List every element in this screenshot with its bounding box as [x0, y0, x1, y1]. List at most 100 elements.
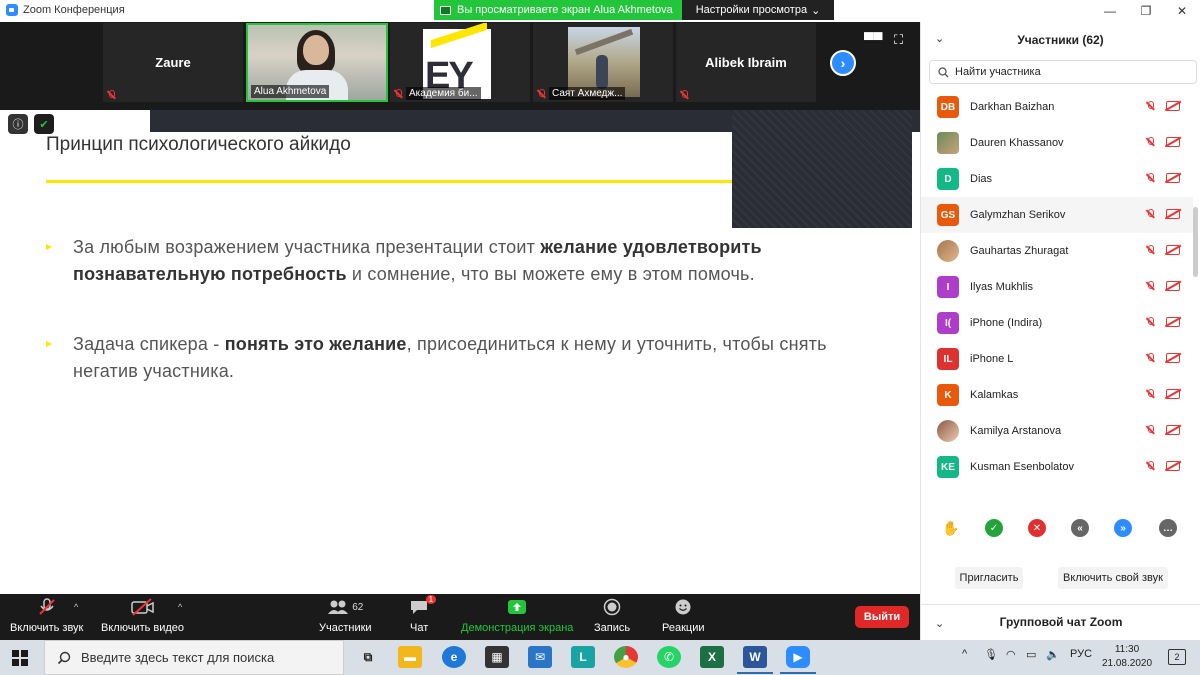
slide-bullet-2: Задача спикера - понять это желание, при…: [46, 331, 866, 385]
close-button[interactable]: ✕: [1164, 0, 1200, 22]
unmute-me-button[interactable]: Включить свой звук: [1058, 567, 1168, 589]
record-button[interactable]: Запись: [594, 598, 630, 634]
whatsapp-icon[interactable]: ✆: [657, 646, 681, 668]
participant-row[interactable]: Dauren Khassanov: [921, 125, 1193, 161]
avatar: KE: [937, 456, 959, 478]
participant-row[interactable]: GS Galymzhan Serikov: [921, 197, 1193, 233]
video-tile-alua[interactable]: Alua Akhmetova: [246, 23, 388, 102]
view-settings-button[interactable]: Настройки просмотра ⌄: [682, 0, 834, 20]
go-slower-icon[interactable]: «: [1071, 519, 1089, 537]
chat-badge: 1: [425, 595, 437, 604]
taskbar-search-input[interactable]: Введите здесь текст для поиска: [44, 640, 344, 675]
camera-off-icon: [1166, 173, 1180, 183]
mic-off-icon: [106, 90, 116, 100]
yes-icon[interactable]: ✓: [985, 519, 1003, 537]
task-view-icon[interactable]: ⧉: [356, 646, 380, 668]
taskbar-clock[interactable]: 11:30 21.08.2020: [1098, 643, 1156, 671]
excel-icon[interactable]: X: [700, 646, 724, 668]
participant-row[interactable]: Kamilya Arstanova: [921, 413, 1193, 449]
participant-row[interactable]: K Kalamkas: [921, 377, 1193, 413]
no-icon[interactable]: ✕: [1028, 519, 1046, 537]
info-icon[interactable]: ⓘ: [8, 114, 28, 134]
chat-icon: 1: [410, 595, 437, 616]
video-tile-zaure[interactable]: Zaure: [103, 23, 243, 102]
start-video-button[interactable]: Включить видео: [101, 598, 184, 634]
participant-row[interactable]: KE Kusman Esenbolatov: [921, 449, 1193, 485]
invite-button[interactable]: Пригласить: [955, 567, 1023, 589]
avatar: I(: [937, 312, 959, 334]
participant-row[interactable]: DB Darkhan Baizhan: [921, 89, 1193, 125]
camera-off-icon: [1166, 353, 1180, 363]
layout-icon[interactable]: ▀▀: [864, 32, 882, 47]
collapse-chevron-icon[interactable]: ⌄: [935, 32, 944, 45]
search-icon: [938, 66, 949, 77]
chrome-icon[interactable]: ●: [614, 646, 638, 668]
participant-row[interactable]: IL iPhone L: [921, 341, 1193, 377]
mic-off-icon: [1145, 389, 1155, 399]
participants-icon: 62: [327, 598, 363, 616]
bullet-text: Задача спикера -: [73, 334, 225, 354]
microphone-tray-icon[interactable]: 🎙: [984, 648, 998, 661]
zoom-taskbar-icon[interactable]: ▶: [780, 646, 816, 674]
reactions-button[interactable]: Реакции: [662, 598, 705, 634]
store-icon[interactable]: ▦: [485, 646, 509, 668]
tile-label: Академия би...: [393, 87, 481, 100]
zoom-logo-icon: [6, 4, 18, 16]
camera-off-icon: [1166, 281, 1180, 291]
shield-icon[interactable]: ✔: [34, 114, 54, 134]
avatar: [937, 240, 959, 262]
video-tile-alibek[interactable]: Alibek Ibraim: [676, 23, 816, 102]
go-faster-icon[interactable]: »: [1114, 519, 1132, 537]
share-screen-label: Демонстрация экрана: [461, 622, 574, 634]
file-explorer-icon[interactable]: ▬: [398, 646, 422, 668]
tile-label: Саят Ахмедж...: [536, 87, 626, 100]
video-strip: Zaure Alua Akhmetova EY Академия би... С…: [0, 22, 920, 110]
more-icon[interactable]: …: [1159, 519, 1177, 537]
mic-off-icon: [1145, 317, 1155, 327]
next-page-arrow-icon[interactable]: ›: [830, 50, 856, 76]
language-indicator[interactable]: РУС: [1070, 648, 1092, 660]
video-tile-academy[interactable]: EY Академия би...: [390, 23, 530, 102]
participant-search-input[interactable]: Найти участника: [929, 60, 1197, 84]
video-options-caret-icon[interactable]: ^: [178, 602, 182, 612]
battery-icon[interactable]: ▭: [1026, 648, 1036, 661]
share-screen-button[interactable]: Демонстрация экрана: [461, 598, 573, 634]
participant-row[interactable]: I Ilyas Mukhlis: [921, 269, 1193, 305]
maximize-button[interactable]: ❐: [1128, 0, 1164, 22]
notifications-icon[interactable]: 2: [1168, 649, 1186, 665]
leave-meeting-button[interactable]: Выйти: [855, 606, 909, 628]
share-banner: Вы просматриваете экран Alua Akhmetova: [434, 0, 682, 20]
l-app-icon[interactable]: L: [571, 646, 595, 668]
raise-hand-icon[interactable]: ✋: [942, 519, 960, 537]
word-icon[interactable]: W: [737, 646, 773, 674]
camera-off-icon: [1166, 461, 1180, 471]
tray-expand-icon[interactable]: ^: [962, 648, 967, 660]
search-placeholder: Найти участника: [955, 66, 1041, 78]
participants-button[interactable]: 62 Участники: [319, 598, 372, 634]
fullscreen-icon[interactable]: ⛶: [894, 32, 903, 48]
mail-icon[interactable]: ✉: [528, 646, 552, 668]
minimize-button[interactable]: —: [1092, 0, 1128, 22]
participant-row[interactable]: D Dias: [921, 161, 1193, 197]
tile-label: Alua Akhmetova: [251, 85, 330, 98]
participant-row[interactable]: Gauhartas Zhuragat: [921, 233, 1193, 269]
avatar: DB: [937, 96, 959, 118]
group-chat-header[interactable]: ⌄ Групповой чат Zoom: [921, 604, 1200, 640]
wifi-icon[interactable]: ◠: [1006, 648, 1016, 661]
audio-options-caret-icon[interactable]: ^: [74, 602, 78, 612]
mic-off-icon: [1145, 353, 1155, 363]
tile-label-text: Академия би...: [406, 87, 481, 100]
unmute-button[interactable]: Включить звук: [10, 598, 83, 634]
chevron-down-icon: ⌄: [811, 4, 821, 17]
volume-icon[interactable]: 🔈: [1046, 648, 1060, 661]
tile-label: [106, 90, 116, 100]
chat-button[interactable]: 1 Чат: [410, 595, 437, 634]
participants-scrollbar[interactable]: [1193, 207, 1198, 277]
bullet-text: и сомнение, что вы можете ему в этом пом…: [346, 264, 755, 284]
participant-row[interactable]: I(iPhone (Indira): [921, 305, 1193, 341]
edge-icon[interactable]: e: [442, 646, 466, 668]
avatar: [937, 420, 959, 442]
windows-start-icon[interactable]: [12, 650, 28, 666]
participant-name: Ilyas Mukhlis: [970, 281, 1033, 293]
video-tile-sayat[interactable]: Саят Ахмедж...: [533, 23, 673, 102]
